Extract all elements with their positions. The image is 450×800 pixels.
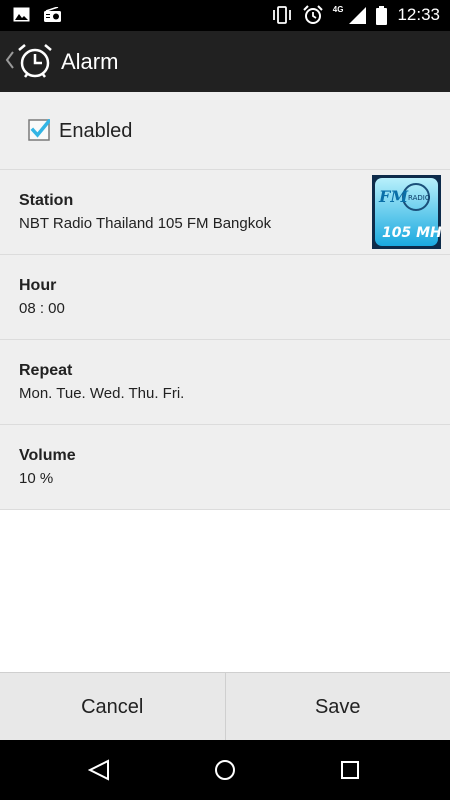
logo-freq-text: 105 MHz [382,225,441,241]
station-row[interactable]: Station NBT Radio Thailand 105 FM Bangko… [0,170,450,255]
hour-value: 08 : 00 [19,300,65,317]
button-bar: Cancel Save [0,672,450,741]
alarm-clock-icon[interactable] [16,42,54,80]
alarm-clock-icon [303,5,323,24]
hour-row[interactable]: Hour 08 : 00 [0,255,450,340]
page-title: Alarm [61,49,119,74]
station-label: Station [19,192,74,209]
navigation-bar [0,740,450,800]
logo-band-text: FM [378,187,409,206]
alarm-settings-list: Enabled Station NBT Radio Thailand 105 F… [0,92,450,510]
station-logo: RADIO FM 105 MHz [372,175,441,249]
back-icon[interactable] [88,759,110,781]
station-value: NBT Radio Thailand 105 FM Bangkok [19,215,272,232]
network-type-label: 4G [332,4,344,14]
vibrate-icon [272,6,291,24]
logo-small-text: RADIO [408,194,431,202]
volume-row[interactable]: Volume 10 % [0,425,450,510]
action-bar: Alarm [0,31,450,92]
status-clock: 12:33 [397,5,440,24]
repeat-value: Mon. Tue. Wed. Thu. Fri. [19,385,185,402]
radio-icon [44,7,61,22]
enabled-label: Enabled [59,120,133,142]
cancel-button[interactable]: Cancel [0,673,225,741]
image-icon [13,7,30,22]
save-button[interactable]: Save [224,673,450,741]
enabled-row[interactable]: Enabled [0,92,450,170]
repeat-label: Repeat [19,362,73,379]
volume-label: Volume [19,447,76,464]
status-bar: 4G 12:33 [0,0,450,31]
signal-icon [349,6,367,24]
battery-icon [376,5,388,25]
back-chevron-icon[interactable] [4,45,16,75]
recents-icon[interactable] [340,760,360,780]
home-icon[interactable] [214,759,236,781]
enabled-checkbox[interactable] [28,119,50,141]
repeat-row[interactable]: Repeat Mon. Tue. Wed. Thu. Fri. [0,340,450,425]
hour-label: Hour [19,277,57,294]
volume-value: 10 % [19,470,54,487]
